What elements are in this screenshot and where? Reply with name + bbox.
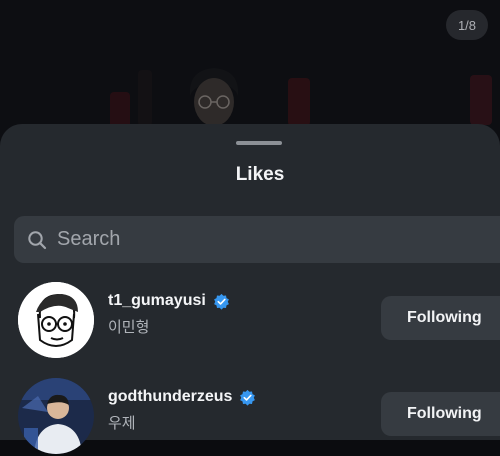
stage-light: [470, 75, 492, 125]
sheet-title: Likes: [235, 164, 285, 185]
sheet-drag-handle[interactable]: [236, 141, 282, 145]
user-names: godthunderzeus 우제: [108, 388, 256, 433]
search-icon: [28, 230, 47, 249]
verified-badge-icon: [240, 389, 256, 406]
username[interactable]: t1_gumayusi: [108, 292, 206, 310]
likes-bottom-sheet: Likes t1_gumayusi: [0, 124, 500, 454]
search-input[interactable]: [57, 228, 457, 251]
user-row-t1-gumayusi[interactable]: t1_gumayusi 이민형 Following: [0, 278, 500, 360]
following-button[interactable]: Following: [381, 296, 500, 340]
user-names: t1_gumayusi 이민형: [108, 292, 230, 337]
following-button[interactable]: Following: [381, 392, 500, 436]
photo-counter: 1/8: [446, 10, 488, 40]
cartoon-avatar-illustration: [18, 282, 94, 358]
full-name: 우제: [108, 415, 136, 432]
verified-badge-icon: [213, 293, 229, 310]
search-bar[interactable]: [14, 216, 500, 263]
stage-light: [288, 78, 310, 126]
user-row-godthunderzeus[interactable]: godthunderzeus 우제 Following: [0, 374, 500, 456]
photo-avatar-illustration: [18, 378, 94, 454]
avatar[interactable]: [18, 378, 94, 454]
stage-light: [138, 70, 152, 126]
full-name: 이민형: [108, 319, 150, 336]
photo-person-figure: [189, 68, 239, 126]
username[interactable]: godthunderzeus: [108, 388, 232, 406]
avatar[interactable]: [18, 282, 94, 358]
